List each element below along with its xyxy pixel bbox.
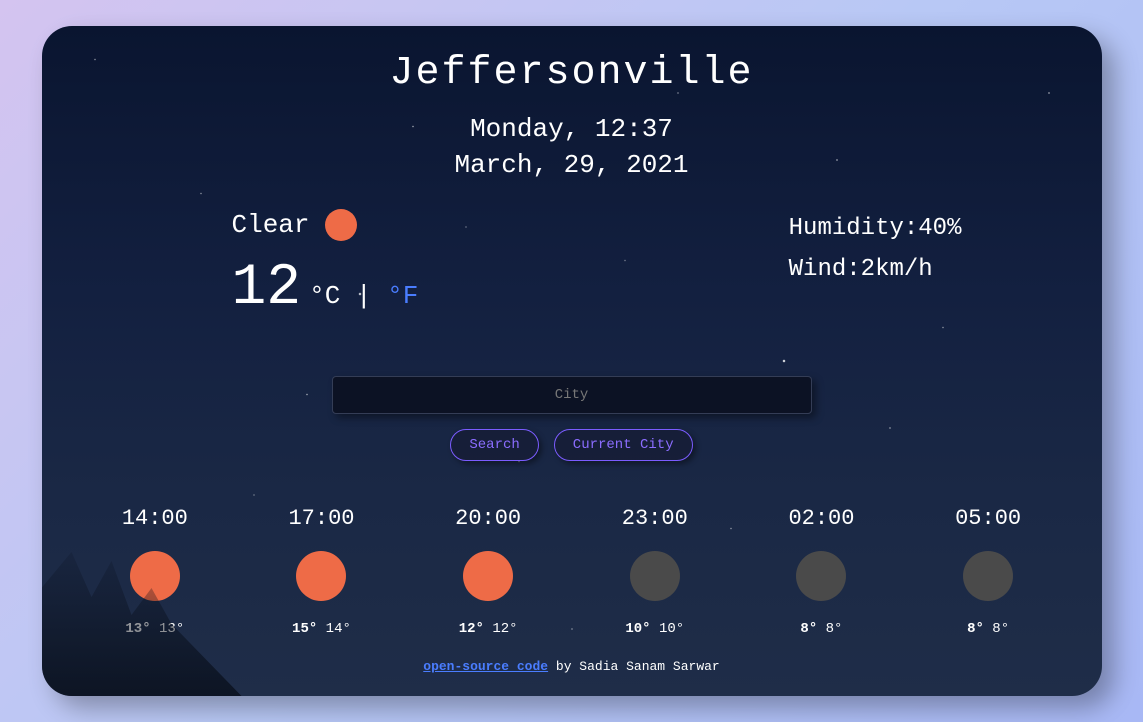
humidity-label: Humidity:: [789, 215, 919, 242]
forecast-time: 23:00: [622, 506, 688, 531]
humidity-value: 40%: [918, 215, 961, 242]
temperature-row: 12 °C | °F: [232, 256, 419, 321]
forecast-temps: 15° 14°: [292, 621, 351, 637]
unit-divider: |: [340, 281, 387, 311]
clear-night-icon: [963, 551, 1013, 601]
forecast-time: 17:00: [288, 506, 354, 531]
forecast-temps: 12° 12°: [459, 621, 518, 637]
forecast-item: 02:00 8° 8°: [788, 506, 854, 637]
city-title: Jeffersonville: [72, 51, 1072, 96]
button-row: Search Current City: [450, 429, 692, 461]
forecast-temps: 8° 8°: [800, 621, 842, 637]
date-time: Monday, 12:37 March, 29, 2021: [72, 111, 1072, 184]
date: March, 29, 2021: [72, 147, 1072, 183]
clear-day-icon: [130, 551, 180, 601]
forecast-time: 20:00: [455, 506, 521, 531]
condition-row: Clear: [232, 209, 419, 241]
weather-card: Jeffersonville Monday, 12:37 March, 29, …: [42, 26, 1102, 696]
forecast-item: 17:00 15° 14°: [288, 506, 354, 637]
open-source-link[interactable]: open-source code: [423, 659, 548, 674]
city-input[interactable]: [332, 376, 812, 414]
forecast-temps: 8° 8°: [967, 621, 1009, 637]
forecast-item: 14:00 13° 13°: [122, 506, 188, 637]
current-city-button[interactable]: Current City: [554, 429, 693, 461]
forecast-item: 05:00 8° 8°: [955, 506, 1021, 637]
clear-day-icon: [325, 209, 357, 241]
fahrenheit-link[interactable]: °F: [387, 281, 418, 311]
forecast-temps: 13° 13°: [125, 621, 184, 637]
forecast-time: 14:00: [122, 506, 188, 531]
footer-author: by Sadia Sanam Sarwar: [548, 659, 720, 674]
current-left: Clear 12 °C | °F: [232, 209, 419, 321]
humidity-row: Humidity:40%: [789, 209, 962, 250]
clear-day-icon: [463, 551, 513, 601]
day-time: Monday, 12:37: [72, 111, 1072, 147]
forecast-item: 20:00 12° 12°: [455, 506, 521, 637]
forecast-time: 05:00: [955, 506, 1021, 531]
celsius-link[interactable]: °C: [309, 281, 340, 311]
wind-row: Wind:2km/h: [789, 250, 962, 291]
clear-night-icon: [796, 551, 846, 601]
search-section: Search Current City: [72, 376, 1072, 461]
clear-day-icon: [296, 551, 346, 601]
search-button[interactable]: Search: [450, 429, 538, 461]
footer: open-source code by Sadia Sanam Sarwar: [72, 659, 1072, 674]
clear-night-icon: [630, 551, 680, 601]
forecast-section: 14:00 13° 13° 17:00 15° 14° 20:00 12° 12…: [72, 506, 1072, 637]
condition-text: Clear: [232, 210, 310, 240]
forecast-time: 02:00: [788, 506, 854, 531]
wind-value: 2km/h: [861, 256, 933, 283]
forecast-temps: 10° 10°: [625, 621, 684, 637]
current-right: Humidity:40% Wind:2km/h: [789, 209, 962, 321]
temperature-value: 12: [232, 256, 302, 321]
wind-label: Wind:: [789, 256, 861, 283]
current-weather-section: Clear 12 °C | °F Humidity:40% Wind:2km/h: [72, 209, 1072, 321]
forecast-item: 23:00 10° 10°: [622, 506, 688, 637]
